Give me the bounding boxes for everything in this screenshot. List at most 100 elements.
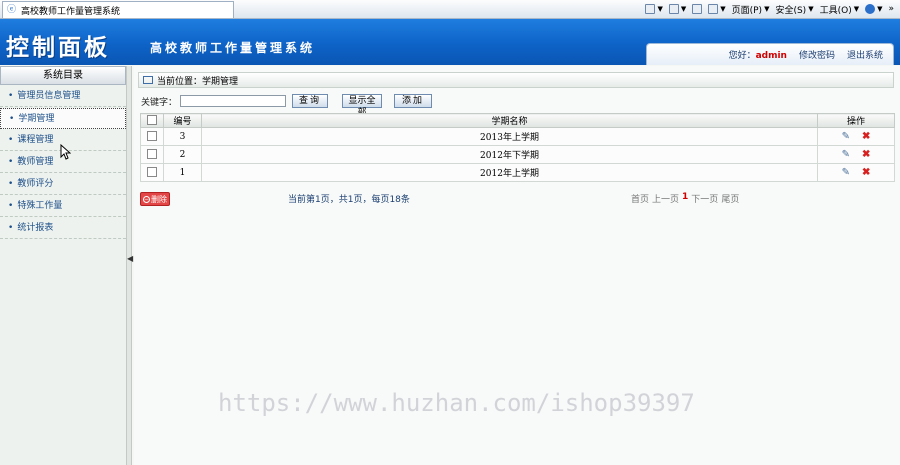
safety-menu-label: 安全(S) (775, 5, 807, 16)
sidebar-item-label: 教师评分 (17, 179, 54, 189)
row-checkbox-cell (140, 127, 164, 146)
col-name-header: 学期名称 (201, 113, 818, 128)
sidebar-item-label: 课程管理 (17, 135, 54, 145)
sidebar-title: 系统目录 (0, 66, 126, 85)
search-bar: 关键字： 查询 显示全部 添加 (141, 94, 433, 118)
browser-tab[interactable]: ⓔ 高校教师工作量管理系统 (2, 1, 234, 18)
help-icon (865, 4, 876, 14)
bullet-icon: • (8, 157, 14, 167)
minus-circle-icon: − (143, 195, 150, 203)
username: admin (755, 51, 787, 61)
chevron-down-icon: ▼ (877, 5, 883, 13)
cell-name: 2012年上学期 (201, 163, 818, 182)
col-action-header: 操作 (817, 113, 895, 128)
bullet-icon: • (8, 179, 14, 189)
sidebar-item-teacher-rating[interactable]: • 教师评分 (0, 174, 126, 195)
next-page-link[interactable]: 下一页 (691, 192, 718, 205)
cell-actions: ✎ ✖ (817, 145, 895, 164)
show-all-button[interactable]: 显示全部 (342, 94, 383, 118)
prev-page-link[interactable]: 上一页 (652, 192, 679, 205)
sidebar-item-semester[interactable]: • 学期管理 (0, 108, 126, 129)
first-page-link[interactable]: 首页 (631, 192, 649, 205)
sidebar-item-label: 管理员信息管理 (17, 91, 81, 101)
page-info: 当前第1页，共1页，每页18条 (288, 195, 410, 205)
ie-logo-icon: ⓔ (7, 5, 17, 15)
help-button[interactable]: ▼ (865, 4, 882, 14)
col-id-header: 编号 (163, 113, 202, 128)
overflow-chevron[interactable]: » (888, 4, 894, 14)
rss-icon (668, 4, 679, 14)
edit-icon[interactable]: ✎ (842, 167, 850, 178)
tools-menu-label: 工具(O) (819, 5, 852, 16)
bullet-icon: • (8, 91, 14, 101)
breadcrumb: 当前位置：学期管理 (138, 72, 894, 88)
sidebar-item-label: 教师管理 (17, 157, 54, 167)
cell-name: 2012年下学期 (201, 145, 818, 164)
tools-menu[interactable]: 工具(O) ▼ (820, 3, 860, 16)
collapse-arrow-icon[interactable]: ◀ (127, 254, 133, 263)
edit-icon[interactable]: ✎ (842, 149, 850, 160)
browser-tab-title: 高校教师工作量管理系统 (21, 6, 121, 17)
sidebar-item-label: 学期管理 (18, 114, 55, 124)
safety-menu[interactable]: 安全(S) ▼ (775, 3, 813, 16)
sidebar: 系统目录 • 管理员信息管理 • 学期管理 • 课程管理 • 教师管理 • 教师评分 • 特… (0, 66, 126, 465)
batch-delete-button[interactable]: − 删除 (140, 192, 170, 206)
chevron-down-icon: ▼ (764, 5, 770, 13)
keyword-input[interactable] (180, 95, 287, 107)
print-button[interactable]: ▼ (708, 4, 726, 14)
app-header: 控制面板 高校教师工作量管理系统 您好：admin 修改密码 退出系统 (0, 19, 900, 65)
row-checkbox[interactable] (147, 131, 157, 142)
mail-button[interactable] (692, 4, 703, 14)
logout-link[interactable]: 退出系统 (847, 48, 883, 61)
home-button[interactable]: ▼ (645, 4, 663, 14)
change-password-link[interactable]: 修改密码 (799, 48, 835, 61)
window-icon (143, 76, 153, 84)
feeds-button[interactable]: ▼ (668, 4, 687, 14)
table-header-row: 编号 学期名称 操作 (140, 113, 895, 128)
pagination: 首页 上一页 1 下一页 尾页 (631, 192, 739, 205)
breadcrumb-text: 当前位置：学期管理 (157, 76, 239, 87)
delete-icon[interactable]: ✖ (862, 167, 870, 178)
semester-table: 编号 学期名称 操作 3 2013年上学期 ✎ ✖ 2 2012年下学期 ✎ ✖ 1 (140, 113, 895, 182)
sidebar-item-special-workload[interactable]: • 特殊工作量 (0, 196, 126, 217)
sidebar-item-report[interactable]: • 统计报表 (0, 218, 126, 239)
page-menu-label: 页面(P) (731, 5, 763, 16)
chevron-down-icon: ▼ (853, 5, 860, 13)
sidebar-menu: • 管理员信息管理 • 学期管理 • 课程管理 • 教师管理 • 教师评分 • 特殊工作量 … (0, 86, 126, 239)
table-row: 3 2013年上学期 ✎ ✖ (140, 127, 895, 146)
bullet-icon: • (8, 223, 14, 233)
bullet-icon: • (8, 201, 14, 211)
edit-icon[interactable]: ✎ (842, 131, 850, 142)
search-button[interactable]: 查询 (292, 94, 329, 108)
sidebar-item-label: 统计报表 (17, 223, 54, 233)
chevron-down-icon: ▼ (680, 5, 687, 13)
cell-actions: ✎ ✖ (817, 127, 895, 146)
batch-delete-label: 删除 (151, 194, 167, 204)
chevron-down-icon: ▼ (808, 5, 814, 13)
page-menu[interactable]: 页面(P) ▼ (732, 3, 770, 16)
greeting: 您好：admin (729, 48, 787, 61)
app-subtitle: 高校教师工作量管理系统 (150, 41, 316, 55)
table-row: 1 2012年上学期 ✎ ✖ (140, 163, 895, 182)
bullet-icon: • (9, 114, 15, 124)
greeting-label: 您好： (728, 51, 756, 61)
add-button[interactable]: 添加 (394, 94, 433, 108)
row-checkbox[interactable] (147, 167, 157, 178)
row-checkbox[interactable] (147, 149, 157, 160)
mouse-cursor-icon (60, 144, 71, 160)
cell-id: 2 (163, 145, 202, 164)
sidebar-item-admin-info[interactable]: • 管理员信息管理 (0, 86, 126, 107)
chevron-down-icon: ▼ (657, 5, 663, 13)
app-title: 控制面板 (6, 34, 110, 61)
delete-icon[interactable]: ✖ (862, 131, 870, 142)
last-page-link[interactable]: 尾页 (721, 192, 739, 205)
keyword-label: 关键字： (141, 97, 178, 108)
row-checkbox-cell (140, 163, 164, 182)
select-all-checkbox[interactable] (147, 115, 157, 126)
sidebar-splitter[interactable]: ◀ (126, 66, 133, 465)
browser-toolbar: ⓔ 高校教师工作量管理系统 ▼ ▼ ▼ 页面(P) ▼ 安全(S) ▼ 工具(O) ▼… (0, 0, 900, 19)
mail-icon (692, 4, 703, 14)
delete-icon[interactable]: ✖ (862, 149, 870, 160)
cell-actions: ✎ ✖ (817, 163, 895, 182)
print-icon (708, 4, 719, 14)
